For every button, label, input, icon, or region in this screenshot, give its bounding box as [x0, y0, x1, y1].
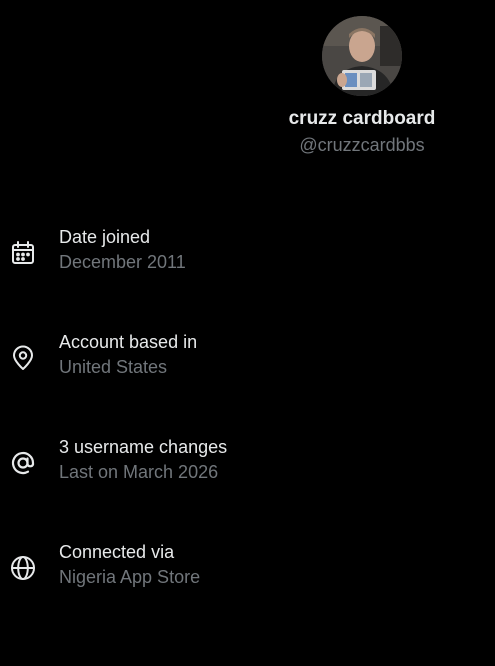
info-item-connected-via: Connected via Nigeria App Store [0, 541, 495, 601]
username-changes-label: 3 username changes [59, 437, 228, 457]
date-joined-value: December 2011 [59, 252, 186, 272]
info-item-username-changes: 3 username changes Last on March 2026 [0, 436, 495, 496]
at-sign-icon [9, 449, 37, 477]
info-item-date-joined: Date joined December 2011 [0, 226, 495, 286]
username-handle: @cruzzcardbbs [299, 135, 425, 155]
date-joined-label: Date joined [59, 227, 151, 247]
account-based-label: Account based in [59, 332, 198, 352]
avatar[interactable] [322, 16, 402, 96]
connected-via-label: Connected via [59, 542, 175, 562]
profile-header: cruzz cardboard @cruzzcardbbs [262, 16, 462, 156]
username-changes-value: Last on March 2026 [59, 462, 219, 482]
connected-via-value: Nigeria App Store [59, 567, 201, 587]
account-based-value: United States [59, 357, 168, 377]
calendar-icon [9, 239, 37, 267]
display-name: cruzz cardboard [288, 108, 436, 129]
avatar-photo [322, 16, 402, 96]
globe-icon [9, 554, 37, 582]
location-pin-icon [9, 344, 37, 372]
info-item-account-location: Account based in United States [0, 331, 495, 391]
